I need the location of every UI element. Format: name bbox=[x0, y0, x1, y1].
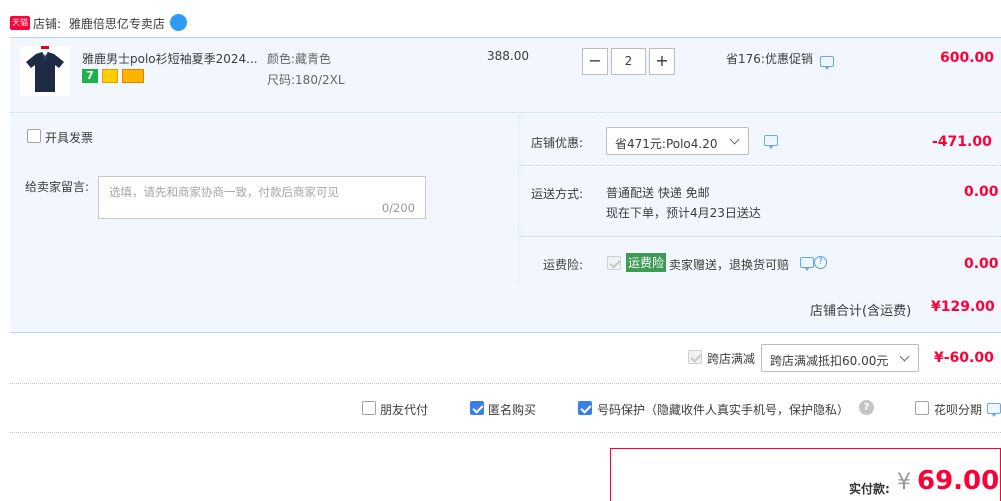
anonymous-checkbox[interactable] bbox=[470, 401, 484, 415]
friend-pay-label: 朋友代付 bbox=[380, 403, 429, 417]
size-value: 180/2XL bbox=[295, 73, 345, 87]
insurance-label: 运费险: bbox=[543, 258, 584, 272]
discount-row bbox=[518, 114, 1001, 166]
number-protect-checkbox[interactable] bbox=[578, 401, 592, 415]
shop-name-row: 店铺: 雅鹿倍思亿专卖店 bbox=[33, 15, 165, 32]
huabei-label: 花呗分期 bbox=[934, 403, 983, 417]
color-value: 藏青色 bbox=[295, 52, 332, 66]
color-spec: 颜色:藏青色 bbox=[267, 50, 331, 67]
message-label: 给卖家留言: bbox=[25, 180, 90, 194]
size-label: 尺码: bbox=[267, 73, 296, 87]
shop-prefix: 店铺: bbox=[33, 17, 62, 31]
quantity-input[interactable]: 2 bbox=[611, 48, 646, 75]
payment-amount: 69.00 bbox=[917, 466, 1000, 496]
discount-label: 店铺优惠: bbox=[531, 136, 584, 150]
discount-selected: 省471元:Polo4.20 bbox=[615, 137, 718, 151]
message-counter: 0/200 bbox=[381, 201, 415, 215]
promo-info-icon[interactable] bbox=[820, 56, 834, 70]
shop-total-label: 店铺合计(含运费) bbox=[810, 304, 912, 319]
help-circle-icon[interactable]: ? bbox=[814, 256, 827, 269]
friend-pay-checkbox[interactable] bbox=[362, 401, 376, 415]
help-circle-icon[interactable]: ? bbox=[859, 400, 874, 415]
insurance-text: 卖家赠送，退换货可赔 bbox=[669, 258, 790, 272]
discount-amount: -471.00 bbox=[932, 134, 992, 150]
insurance-chat-icon[interactable] bbox=[800, 257, 814, 271]
payment-currency: ¥ bbox=[897, 470, 911, 495]
quantity-minus-button[interactable]: − bbox=[582, 48, 608, 75]
item-promo-text: 省176:优惠促销 bbox=[726, 52, 813, 66]
card-pay-icon bbox=[122, 69, 144, 83]
insurance-badge: 运费险 bbox=[626, 253, 667, 272]
chevron-down-icon bbox=[729, 134, 740, 145]
insurance-amount: 0.00 bbox=[964, 256, 999, 272]
divider bbox=[10, 383, 1001, 384]
cross-store-checkbox bbox=[688, 350, 702, 364]
discount-select[interactable]: 省471元:Polo4.20 bbox=[606, 127, 749, 155]
size-spec: 尺码:180/2XL bbox=[267, 71, 345, 88]
cross-store-amount: ¥-60.00 bbox=[934, 350, 994, 366]
delivery-method: 普通配送 快递 免邮 bbox=[606, 186, 710, 200]
guarantee-icon bbox=[102, 69, 118, 83]
chevron-down-icon bbox=[899, 351, 910, 362]
invoice-checkbox[interactable] bbox=[27, 129, 41, 143]
wangwang-chat-icon[interactable] bbox=[170, 14, 187, 31]
quantity-plus-button[interactable]: + bbox=[649, 48, 675, 75]
item-title-link[interactable]: 雅鹿男士polo衫短袖夏季2024... bbox=[82, 50, 258, 67]
message-textarea[interactable]: 选填，请先和商家协商一致，付款后商家可见 0/200 bbox=[98, 176, 426, 219]
item-subtotal: 600.00 bbox=[940, 50, 995, 66]
delivery-row bbox=[518, 167, 1001, 237]
shop-total-amount: ¥129.00 bbox=[931, 299, 995, 315]
delivery-label: 运送方式: bbox=[531, 187, 584, 201]
payment-label: 实付款: bbox=[849, 482, 890, 496]
shop-name-link[interactable]: 雅鹿倍思亿专卖店 bbox=[69, 17, 165, 31]
message-placeholder: 选填，请先和商家协商一致，付款后商家可见 bbox=[109, 185, 339, 199]
cross-store-selected: 跨店满减抵扣60.00元 bbox=[770, 354, 889, 368]
seven-day-return-icon: 7 bbox=[82, 69, 98, 83]
unit-price: 388.00 bbox=[487, 49, 529, 63]
tmall-badge: 天猫 bbox=[10, 16, 30, 30]
huabei-info-icon[interactable] bbox=[987, 403, 1001, 417]
delivery-amount: 0.00 bbox=[964, 184, 999, 200]
discount-info-icon[interactable] bbox=[764, 135, 778, 149]
anonymous-label: 匿名购买 bbox=[488, 403, 537, 417]
delivery-eta: 现在下单，预计4月23日送达 bbox=[606, 206, 761, 220]
cross-store-label: 跨店满减 bbox=[707, 352, 756, 366]
polo-shirt-image bbox=[26, 46, 64, 92]
cross-store-select[interactable]: 跨店满减抵扣60.00元 bbox=[761, 344, 919, 372]
huabei-checkbox[interactable] bbox=[915, 401, 929, 415]
product-thumbnail[interactable] bbox=[20, 46, 70, 96]
invoice-label: 开具发票 bbox=[45, 131, 94, 145]
color-label: 颜色: bbox=[267, 52, 296, 66]
divider bbox=[10, 432, 1001, 433]
number-protect-label: 号码保护（隐藏收件人真实手机号，保护隐私） bbox=[597, 403, 850, 417]
insurance-checkbox bbox=[607, 256, 621, 270]
